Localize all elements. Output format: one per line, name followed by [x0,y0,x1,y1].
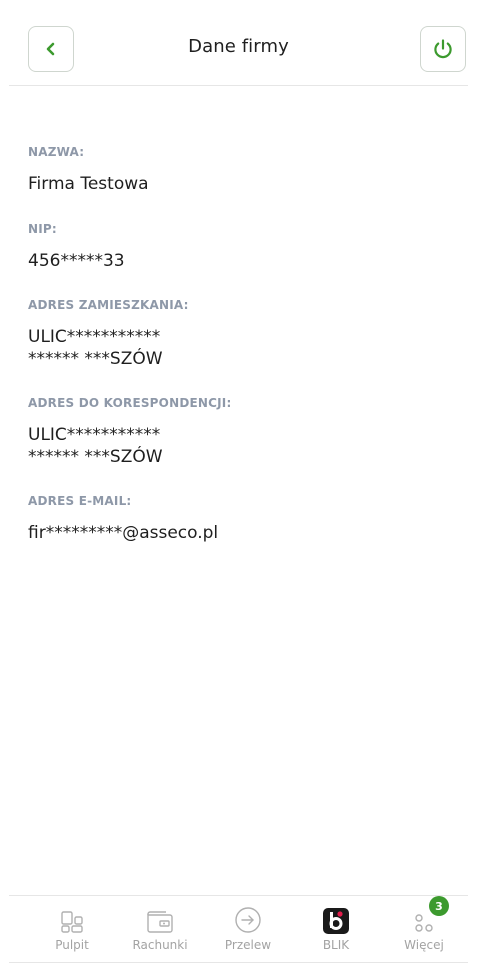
tab-label: Rachunki [132,938,188,952]
field-label: ADRES ZAMIESZKANIA: [28,298,189,312]
field-value: Firma Testowa [28,174,149,194]
field-value: 456*****33 [28,251,125,271]
blik-icon [323,908,349,934]
field-value: ULIC*********** ****** ***SZÓW [28,424,448,468]
header-divider [9,85,468,86]
address-line-2: ****** ***SZÓW [28,447,163,467]
field-adres-zamieszkania: ADRES ZAMIESZKANIA: ULIC*********** ****… [28,298,448,370]
notification-badge: 3 [429,896,449,916]
address-line-1: ULIC*********** [28,327,161,347]
address-line-1: ULIC*********** [28,425,161,445]
bottom-tab-bar: Pulpit Rachunki Przelew BLIK 3 Więcej [9,895,468,964]
tab-wiecej[interactable]: 3 Więcej [384,896,464,952]
tab-blik[interactable]: BLIK [296,904,376,952]
page-title: Dane firmy [188,36,289,57]
tab-pulpit[interactable]: Pulpit [32,904,112,952]
field-value: fir*********@asseco.pl [28,523,219,543]
field-label: NAZWA: [28,145,85,159]
field-nip: NIP: 456*****33 [28,222,448,272]
field-value: ULIC*********** ****** ***SZÓW [28,326,448,370]
tab-label: Pulpit [55,938,89,952]
field-adres-korespondencji: ADRES DO KORESPONDENCJI: ULIC***********… [28,396,448,468]
field-nazwa: NAZWA: Firma Testowa [28,145,448,195]
logout-button[interactable] [420,26,466,72]
field-label: ADRES E-MAIL: [28,494,132,508]
field-label: ADRES DO KORESPONDENCJI: [28,396,232,410]
company-details: NAZWA: Firma Testowa NIP: 456*****33 ADR… [28,145,448,544]
tab-rachunki[interactable]: Rachunki [120,904,200,952]
bottom-divider [9,962,468,963]
transfer-icon [235,907,261,933]
field-email: ADRES E-MAIL: fir*********@asseco.pl [28,494,448,544]
address-line-2: ****** ***SZÓW [28,349,163,369]
tab-label: Przelew [224,938,272,952]
field-label: NIP: [28,222,57,236]
tab-label: Więcej [404,938,444,952]
app-header: Dane firmy [0,0,477,86]
wallet-icon [147,911,173,933]
dashboard-icon [61,911,83,933]
tab-label: BLIK [322,938,350,952]
tab-przelew[interactable]: Przelew [208,904,288,952]
power-icon [434,39,452,59]
